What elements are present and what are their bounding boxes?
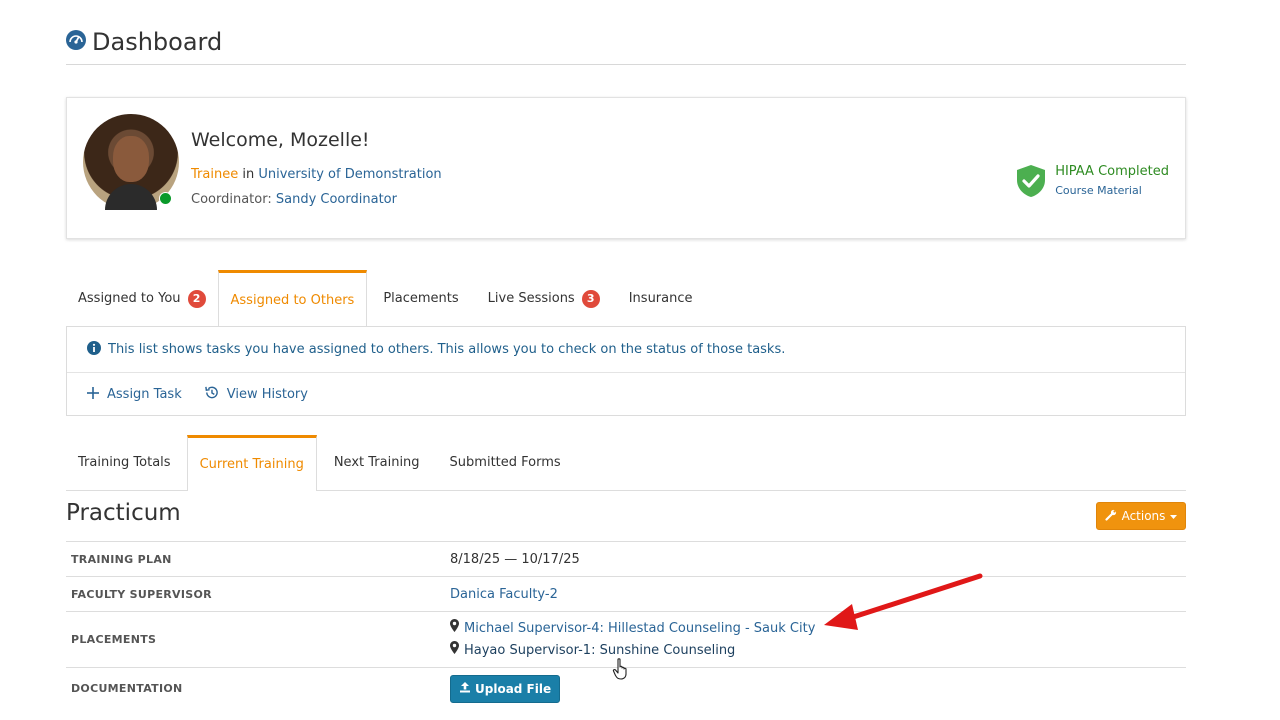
table-row: FACULTY SUPERVISOR Danica Faculty-2: [66, 576, 1186, 612]
upload-label: Upload File: [475, 681, 552, 696]
assign-task-button[interactable]: Assign Task: [87, 386, 182, 403]
info-icon: [87, 340, 101, 359]
placement-item: Michael Supervisor-4: Hillestad Counseli…: [450, 618, 1185, 640]
welcome-heading: Welcome, Mozelle!: [191, 129, 370, 151]
tab-label: Current Training: [199, 457, 304, 472]
role-line: Trainee in University of Demonstration: [191, 167, 442, 182]
training-plan-dates: 8/18/25 — 10/17/25: [444, 541, 1186, 577]
coordinator-label: Coordinator:: [191, 192, 272, 207]
hand-cursor-icon: [612, 658, 630, 684]
dashboard-icon: [66, 30, 86, 54]
row-label: DOCUMENTATION: [66, 667, 444, 710]
coordinator-line: Coordinator: Sandy Coordinator: [191, 192, 397, 207]
placement-link[interactable]: Michael Supervisor-4: Hillestad Counseli…: [464, 618, 815, 640]
tab-label: Insurance: [628, 291, 693, 306]
wrench-icon: [1104, 509, 1117, 524]
header-divider: [66, 64, 1186, 65]
hipaa-status: HIPAA Completed Course Material: [1015, 164, 1169, 202]
map-marker-icon: [450, 640, 459, 662]
view-history-label: View History: [226, 387, 308, 402]
shield-check-icon: [1015, 164, 1047, 202]
row-label: FACULTY SUPERVISOR: [66, 576, 444, 612]
in-word: in: [242, 167, 255, 182]
history-icon: [204, 385, 219, 404]
course-material-link[interactable]: Course Material: [1055, 184, 1169, 197]
avatar[interactable]: [83, 114, 179, 210]
tab-label: Next Training: [333, 455, 420, 470]
view-history-button[interactable]: View History: [204, 385, 308, 404]
caret-down-icon: [1170, 509, 1178, 523]
count-badge: 3: [581, 289, 600, 308]
tab-label: Training Totals: [78, 455, 171, 470]
actions-label: Actions: [1121, 509, 1166, 523]
tab-submitted-forms[interactable]: Submitted Forms: [432, 435, 573, 490]
training-tabs: Training Totals Current Training Next Tr…: [66, 435, 1186, 491]
placement-link[interactable]: Hayao Supervisor-1: Sunshine Counseling: [464, 640, 735, 662]
page-title-text: Dashboard: [92, 28, 223, 56]
tab-assigned-to-you[interactable]: Assigned to You 2: [66, 270, 218, 327]
count-badge: 2: [187, 289, 206, 308]
tab-insurance[interactable]: Insurance: [612, 270, 705, 327]
training-details: TRAINING PLAN 8/18/25 — 10/17/25 FACULTY…: [66, 541, 1186, 710]
task-actions: Assign Task View History: [67, 374, 1185, 415]
tab-next-training[interactable]: Next Training: [317, 435, 432, 490]
row-label: TRAINING PLAN: [66, 541, 444, 577]
tab-label: Placements: [383, 291, 459, 306]
info-message: This list shows tasks you have assigned …: [67, 327, 1185, 373]
task-tabs: Assigned to You 2 Assigned to Others Pla…: [66, 270, 705, 327]
info-text: This list shows tasks you have assigned …: [108, 342, 786, 357]
tab-label: Assigned to Others: [230, 292, 355, 308]
online-status-dot: [159, 192, 172, 205]
map-marker-icon: [450, 618, 459, 640]
placement-item: Hayao Supervisor-1: Sunshine Counseling: [450, 640, 1185, 662]
assign-task-label: Assign Task: [107, 387, 182, 402]
section-title: Practicum: [66, 500, 181, 526]
tab-label: Submitted Forms: [449, 455, 561, 470]
coordinator-link[interactable]: Sandy Coordinator: [276, 192, 397, 207]
tab-label: Live Sessions: [487, 291, 575, 306]
tab-assigned-to-others[interactable]: Assigned to Others: [217, 270, 368, 327]
task-panel: This list shows tasks you have assigned …: [66, 326, 1186, 416]
organization-link[interactable]: University of Demonstration: [258, 167, 441, 182]
upload-file-button[interactable]: Upload File: [450, 674, 561, 703]
tab-training-totals[interactable]: Training Totals: [66, 435, 183, 490]
annotation-arrow: [820, 570, 990, 640]
table-row: TRAINING PLAN 8/18/25 — 10/17/25: [66, 541, 1186, 577]
tab-live-sessions[interactable]: Live Sessions 3: [471, 270, 612, 327]
tab-placements[interactable]: Placements: [367, 270, 470, 327]
role-label: Trainee: [191, 167, 239, 182]
tab-label: Assigned to You: [78, 291, 181, 306]
faculty-supervisor-link[interactable]: Danica Faculty-2: [450, 587, 558, 602]
page-title: Dashboard: [66, 28, 222, 56]
welcome-card: Welcome, Mozelle! Trainee in University …: [66, 97, 1186, 239]
actions-button[interactable]: Actions: [1096, 502, 1186, 530]
tab-current-training[interactable]: Current Training: [186, 435, 317, 491]
hipaa-title: HIPAA Completed: [1055, 164, 1169, 179]
upload-icon: [459, 681, 471, 696]
row-label: PLACEMENTS: [66, 611, 444, 668]
plus-icon: [87, 386, 99, 403]
